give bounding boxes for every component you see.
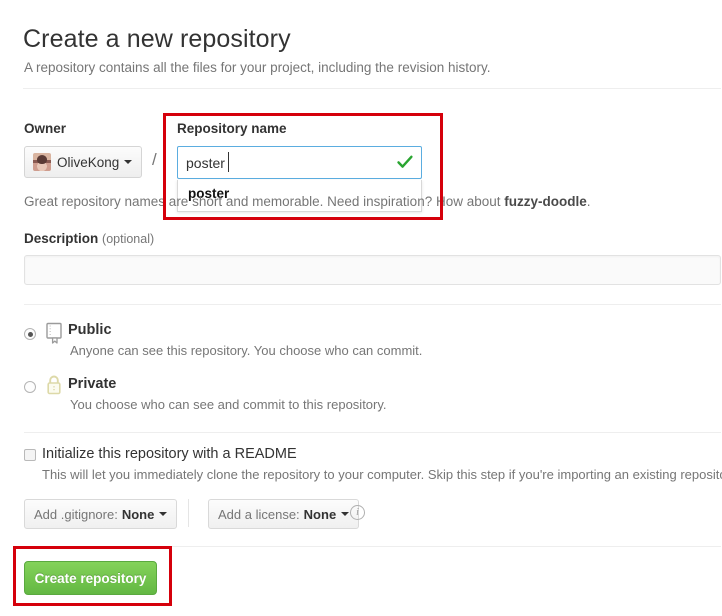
page-title: Create a new repository <box>23 25 291 53</box>
create-repository-button[interactable]: Create repository <box>24 561 157 595</box>
chevron-down-icon <box>341 512 350 516</box>
description-label-text: Description <box>24 231 99 246</box>
user-avatar-icon <box>33 153 51 171</box>
visibility-title-private: Private <box>68 376 117 392</box>
visibility-title-public: Public <box>68 322 112 338</box>
repository-name-field[interactable] <box>177 146 422 179</box>
visibility-radio-private[interactable] <box>24 381 36 393</box>
section-divider-submit <box>24 546 721 547</box>
repository-name-label: Repository name <box>177 121 287 136</box>
owner-name-label: OliveKong <box>57 154 120 170</box>
initialize-readme-description: This will let you immediately clone the … <box>42 467 722 482</box>
suggested-name-link[interactable]: fuzzy-doodle <box>504 194 587 209</box>
gitignore-label: Add .gitignore: <box>34 506 118 522</box>
license-value: None <box>303 506 337 522</box>
chevron-down-icon <box>159 512 168 516</box>
hint-prefix: Great repository names are short and mem… <box>24 194 505 209</box>
owner-label: Owner <box>24 121 67 136</box>
section-divider-readme <box>24 432 721 433</box>
visibility-description-private: You choose who can see and commit to thi… <box>70 397 387 412</box>
owner-repo-separator: / <box>152 150 157 169</box>
repository-name-hint: Great repository names are short and mem… <box>24 194 591 209</box>
visibility-radio-public[interactable] <box>24 328 36 340</box>
chevron-down-icon <box>124 160 133 164</box>
button-separator <box>188 499 189 527</box>
text-cursor <box>228 152 229 172</box>
initialize-readme-label[interactable]: Initialize this repository with a README <box>42 446 297 462</box>
visibility-description-public: Anyone can see this repository. You choo… <box>70 343 423 358</box>
header-divider <box>23 88 721 89</box>
gitignore-value: None <box>121 506 155 522</box>
page-subtitle: A repository contains all the files for … <box>24 60 491 75</box>
gitignore-dropdown-button[interactable]: Add .gitignore: None <box>24 499 178 529</box>
lock-icon <box>47 375 61 395</box>
info-circle-icon[interactable]: i <box>350 505 365 520</box>
description-label: Description (optional) <box>24 231 154 246</box>
initialize-readme-checkbox[interactable] <box>24 449 36 461</box>
repo-book-icon <box>46 322 62 344</box>
description-input[interactable] <box>24 255 721 285</box>
license-dropdown-button[interactable]: Add a license: None <box>208 499 360 529</box>
hint-suffix: . <box>586 194 591 209</box>
description-optional-text: (optional) <box>102 232 155 246</box>
license-label: Add a license: <box>218 506 300 522</box>
repository-name-input[interactable] <box>177 146 422 179</box>
section-divider-visibility <box>24 304 721 305</box>
create-repository-page: Create a new repository A repository con… <box>0 0 722 616</box>
owner-dropdown-button[interactable]: OliveKong <box>24 146 143 178</box>
